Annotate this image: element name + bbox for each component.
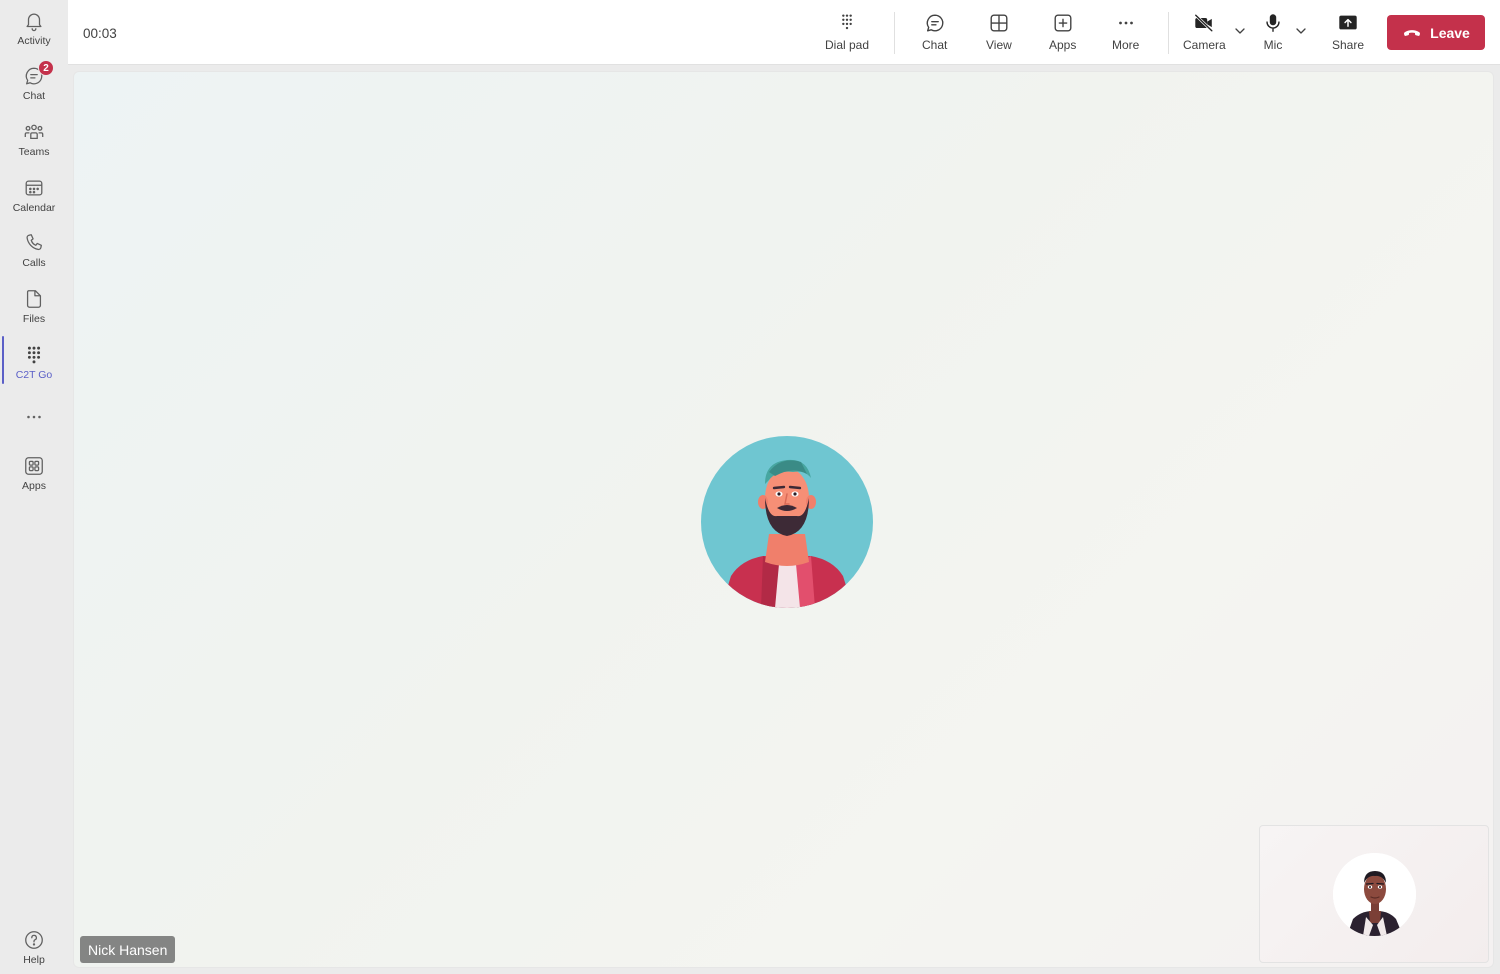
camera-button[interactable]: Camera <box>1183 0 1226 65</box>
rail-item-label: Activity <box>17 35 51 47</box>
phone-icon <box>26 234 42 251</box>
dialpad-label: Dial pad <box>825 38 870 52</box>
share-screen-icon <box>1339 15 1357 30</box>
chat-unread-badge: 2 <box>38 60 54 76</box>
mic-button[interactable]: Mic <box>1262 0 1284 65</box>
rail-item-label: Teams <box>18 146 50 158</box>
call-timer: 00:03 <box>83 26 117 41</box>
view-grid-icon <box>990 14 1008 32</box>
rail-item-label: C2T Go <box>15 369 53 381</box>
rail-item-teams[interactable]: Teams <box>0 113 68 165</box>
camera-options-chevron-down-icon[interactable] <box>1233 24 1247 38</box>
apps-icon <box>25 457 43 475</box>
rail-item-label: Help <box>23 954 45 966</box>
rail-item-files[interactable]: Files <box>0 280 68 332</box>
self-avatar <box>1333 853 1416 936</box>
camera-label: Camera <box>1183 38 1226 52</box>
leave-label: Leave <box>1430 24 1470 41</box>
participant-avatar <box>701 436 873 608</box>
self-view-tile[interactable] <box>1259 825 1489 963</box>
microphone-icon <box>1266 14 1280 32</box>
toolbar-divider <box>894 12 895 54</box>
app-rail: Activity Chat 2 Teams Calendar Calls Fil… <box>0 0 68 974</box>
apps-label: Apps <box>1049 38 1077 52</box>
chat-button[interactable]: Chat <box>922 0 947 65</box>
man-avatar-icon <box>1333 853 1416 936</box>
share-label: Share <box>1332 38 1365 52</box>
more-button[interactable]: More <box>1112 0 1139 65</box>
dialpad-icon <box>842 14 852 30</box>
view-button[interactable]: View <box>986 0 1012 65</box>
teams-icon <box>24 124 44 140</box>
more-icon <box>1118 21 1133 25</box>
share-button[interactable]: Share <box>1332 0 1364 65</box>
more-label: More <box>1112 38 1140 52</box>
rail-item-more[interactable] <box>0 398 68 450</box>
rail-item-calls[interactable]: Calls <box>0 224 68 276</box>
rail-item-chat[interactable]: Chat <box>0 57 68 109</box>
chat-icon <box>926 14 944 32</box>
help-icon <box>25 931 43 949</box>
calendar-icon <box>25 180 43 196</box>
view-label: View <box>986 38 1012 52</box>
rail-item-help[interactable]: Help <box>0 921 68 973</box>
file-icon <box>26 290 42 308</box>
mic-options-chevron-down-icon[interactable] <box>1294 24 1308 38</box>
bell-icon <box>26 13 42 32</box>
hang-up-icon <box>1404 29 1421 36</box>
leave-call-button[interactable]: Leave <box>1387 15 1485 50</box>
bearded-man-avatar-icon <box>701 436 873 608</box>
rail-item-c2t-go[interactable]: C2T Go <box>0 336 68 388</box>
camera-off-icon <box>1194 13 1214 33</box>
dialpad-icon <box>27 346 41 364</box>
rail-item-activity[interactable]: Activity <box>0 2 68 54</box>
chat-label: Chat <box>922 38 948 52</box>
rail-item-label: Calendar <box>12 202 56 214</box>
rail-item-label: Chat <box>22 90 46 102</box>
rail-item-apps[interactable]: Apps <box>0 447 68 499</box>
toolbar-divider <box>1168 12 1169 54</box>
rail-item-label: Files <box>22 313 46 325</box>
more-icon <box>27 415 41 419</box>
mic-label: Mic <box>1263 38 1283 52</box>
call-stage: Nick Hansen <box>73 71 1494 968</box>
rail-item-label: Apps <box>22 480 46 492</box>
rail-item-calendar[interactable]: Calendar <box>0 169 68 221</box>
add-app-icon <box>1054 14 1072 32</box>
call-toolbar: 00:03 Dial pad Chat View Apps More Camer… <box>68 0 1500 65</box>
rail-item-label: Calls <box>22 257 46 269</box>
apps-button[interactable]: Apps <box>1049 0 1076 65</box>
participant-name-tag: Nick Hansen <box>80 936 176 963</box>
dialpad-button[interactable]: Dial pad <box>825 0 869 65</box>
